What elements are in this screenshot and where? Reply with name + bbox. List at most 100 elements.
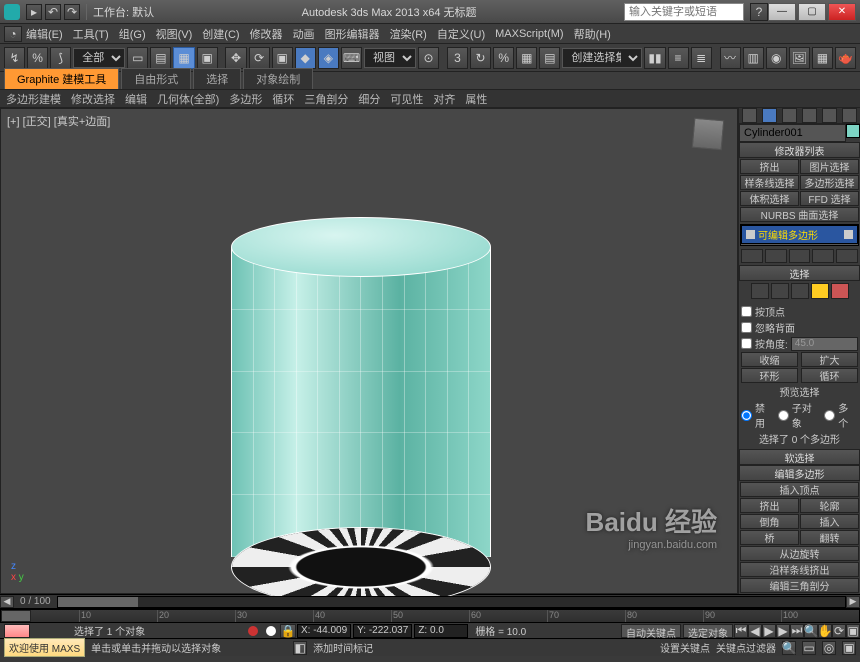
use-center-icon[interactable]: ⊙ (418, 47, 439, 69)
bind-icon[interactable]: ⟆ (50, 47, 71, 69)
time-ruler[interactable]: 0102030405060708090100 (0, 608, 860, 622)
scale-icon[interactable]: ▣ (272, 47, 293, 69)
render-icon[interactable]: 🫖 (835, 47, 856, 69)
play-icon[interactable]: ▶ (762, 624, 776, 638)
material-editor-icon[interactable]: ◉ (766, 47, 787, 69)
btn-volsel[interactable]: 体积选择 (740, 191, 799, 206)
sub-loop[interactable]: 循环 (272, 91, 294, 107)
selkey-button[interactable]: 选定对象 (683, 624, 733, 638)
btn-edit-tri[interactable]: 编辑三角剖分 (740, 578, 859, 593)
close-button[interactable]: ✕ (828, 3, 856, 21)
move-icon[interactable]: ✥ (225, 47, 246, 69)
spinner-snap-icon[interactable]: ▦ (516, 47, 537, 69)
time-slider[interactable] (1, 610, 31, 622)
btn-insert-vertex[interactable]: 插入顶点 (740, 482, 859, 497)
edit-named-sel-icon[interactable]: ▤ (539, 47, 560, 69)
rotate-icon[interactable]: ⟳ (249, 47, 270, 69)
tb-left-arrow[interactable]: ◀ (0, 596, 14, 608)
script-icon[interactable]: ◧ (293, 641, 307, 655)
tb-right-arrow[interactable]: ▶ (846, 596, 860, 608)
modify-tab-icon[interactable] (762, 108, 777, 123)
coord-x[interactable]: X: -44.009 (297, 624, 351, 638)
btn-grow[interactable]: 扩大 (801, 352, 858, 367)
object-name-field[interactable]: Cylinder001 (739, 124, 846, 142)
play-end-icon[interactable]: ⏭ (790, 624, 804, 638)
nav-orbit2-icon[interactable]: ◎ (822, 641, 836, 655)
menu-help[interactable]: 帮助(H) (574, 26, 611, 42)
create-tab-icon[interactable] (742, 108, 757, 123)
keyboard-shortcut-icon[interactable]: ⌨ (341, 47, 362, 69)
named-selection-set[interactable]: 创建选择集 (562, 48, 642, 68)
angle-spinner[interactable]: 45.0 (791, 337, 858, 351)
layers-icon[interactable]: ≣ (691, 47, 712, 69)
configure-sets-icon[interactable] (836, 249, 858, 263)
select-link-icon[interactable]: ↯ (4, 47, 25, 69)
btn-ep-flip[interactable]: 翻转 (800, 530, 859, 545)
play-next-icon[interactable]: ▶ (776, 624, 790, 638)
nav-max-icon[interactable]: ▣ (846, 624, 860, 638)
pin-stack-icon[interactable] (741, 249, 763, 263)
subobj-border[interactable] (791, 283, 809, 299)
nav-orbit-icon[interactable]: ⟳ (832, 624, 846, 638)
btn-loop[interactable]: 循环 (801, 368, 858, 383)
render-setup-icon[interactable]: 🖼 (789, 47, 810, 69)
keyfilter-button[interactable]: 关键点过滤器 (716, 640, 776, 655)
subobj-polygon[interactable] (811, 283, 829, 299)
rollout-softselection[interactable]: 软选择 (739, 449, 860, 465)
show-end-result-icon[interactable] (765, 249, 787, 263)
menu-tools[interactable]: 工具(T) (73, 26, 109, 42)
tab-freeform[interactable]: 自由形式 (121, 68, 191, 89)
btn-ep-bridge[interactable]: 桥 (740, 530, 799, 545)
sub-tri[interactable]: 三角剖分 (304, 91, 348, 107)
btn-ep-inset[interactable]: 插入 (800, 514, 859, 529)
tab-graphite[interactable]: Graphite 建模工具 (4, 68, 119, 89)
coord-z[interactable]: Z: 0.0 (414, 624, 468, 638)
viewcube[interactable] (692, 118, 725, 151)
nav-pan-icon[interactable]: ✋ (818, 624, 832, 638)
btn-ffdsel[interactable]: FFD 选择 (800, 191, 859, 206)
unlink-icon[interactable]: % (27, 47, 48, 69)
nav-field-icon[interactable]: ▭ (802, 641, 816, 655)
menu-view[interactable]: 视图(V) (156, 26, 193, 42)
autokey-button[interactable]: 自动关键点 (621, 624, 681, 638)
btn-ep-bevel[interactable]: 倒角 (740, 514, 799, 529)
play-start-icon[interactable]: ⏮ (734, 624, 748, 638)
align-icon[interactable]: ≡ (668, 47, 689, 69)
rb-subobj[interactable] (778, 410, 789, 421)
rb-disable[interactable] (741, 410, 752, 421)
app-menu-button[interactable]: ◔ (4, 26, 22, 42)
add-time-tag[interactable]: 添加时间标记 (313, 640, 373, 655)
play-prev-icon[interactable]: ◀ (748, 624, 762, 638)
select-name-icon[interactable]: ▤ (150, 47, 171, 69)
btn-nurbs[interactable]: NURBS 曲面选择 (740, 207, 859, 222)
select-icon[interactable]: ▭ (127, 47, 148, 69)
mirror-icon[interactable]: ▮▮ (644, 47, 665, 69)
btn-shrink[interactable]: 收缩 (741, 352, 798, 367)
sub-poly[interactable]: 多边形 (229, 91, 262, 107)
btn-ep-outline[interactable]: 轮廓 (800, 498, 859, 513)
manipulate-icon[interactable]: ◈ (318, 47, 339, 69)
menu-edit[interactable]: 编辑(E) (26, 26, 63, 42)
minimize-button[interactable]: — (768, 3, 796, 21)
viewport[interactable]: [+] [正交] [真实+边面] zx y Baidu 经验 jingyan.b… (0, 108, 738, 594)
tb-track[interactable] (57, 596, 846, 608)
subobj-vertex[interactable] (751, 283, 769, 299)
viewport-label[interactable]: [+] [正交] [真实+边面] (7, 113, 110, 129)
subobj-element[interactable] (831, 283, 849, 299)
render-frame-icon[interactable]: ▦ (812, 47, 833, 69)
menu-create[interactable]: 创建(C) (202, 26, 239, 42)
sub-visibility[interactable]: 可见性 (390, 91, 423, 107)
display-tab-icon[interactable] (822, 108, 837, 123)
menu-maxscript[interactable]: MAXScript(M) (495, 28, 563, 40)
sub-geom[interactable]: 几何体(全部) (157, 91, 219, 107)
rb-multi[interactable] (824, 410, 835, 421)
remove-mod-icon[interactable] (812, 249, 834, 263)
setkey-button[interactable]: 设置关键点 (660, 640, 710, 655)
btn-ring[interactable]: 环形 (741, 368, 798, 383)
curve-editor-icon[interactable]: 〰 (720, 47, 741, 69)
window-crossing-icon[interactable]: ▣ (197, 47, 218, 69)
nav-zoom-icon[interactable]: 🔍 (804, 624, 818, 638)
ref-coord-system[interactable]: 视图 (364, 48, 416, 68)
btn-splinesel[interactable]: 样条线选择 (740, 175, 799, 190)
rollout-editpoly[interactable]: 编辑多边形 (739, 465, 860, 481)
